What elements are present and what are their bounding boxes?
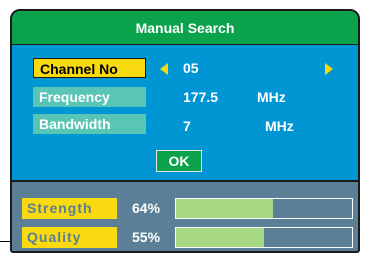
bandwidth-unit: MHz (265, 118, 294, 134)
ok-button[interactable]: OK (156, 150, 202, 172)
bandwidth-value: 7 (183, 118, 191, 134)
bandwidth-label[interactable]: Bandwidth (33, 114, 146, 134)
frequency-unit: MHz (257, 89, 286, 105)
frequency-value: 177.5 (183, 89, 219, 105)
strength-label: Strength (22, 198, 117, 219)
strength-bar-fill (176, 199, 273, 218)
manual-search-dialog: Manual Search Channel No 05 Frequency 17… (10, 9, 360, 253)
channel-no-value: 05 (183, 60, 199, 76)
dialog-title: Manual Search (12, 11, 358, 45)
quality-bar (175, 227, 353, 248)
frequency-label[interactable]: Frequency (33, 87, 146, 107)
left-arrow-icon[interactable] (160, 63, 168, 75)
quality-value: 55% (132, 229, 161, 245)
signal-meters-area: Strength 64% Quality 55% (12, 180, 358, 251)
quality-label: Quality (22, 227, 117, 248)
strength-bar (175, 198, 353, 219)
channel-no-label[interactable]: Channel No (33, 58, 146, 78)
strength-value: 64% (132, 200, 161, 216)
right-arrow-icon[interactable] (325, 63, 333, 75)
quality-bar-fill (176, 228, 264, 247)
